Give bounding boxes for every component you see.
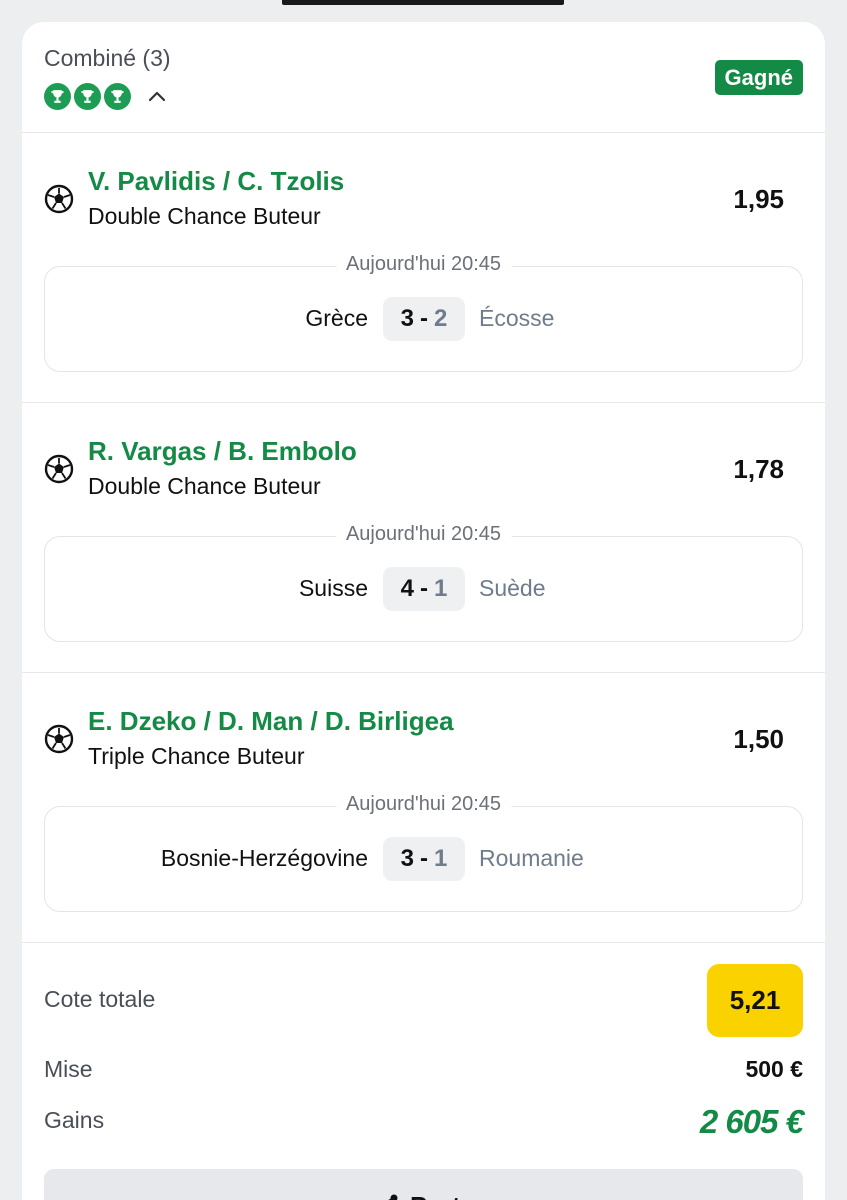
match-score: 4 - 1: [383, 567, 465, 611]
match-box[interactable]: Aujourd'hui 20:45 Grèce 3 - 2 Écosse: [44, 253, 803, 372]
chevron-up-icon[interactable]: [146, 85, 168, 107]
winnings-label: Gains: [44, 1107, 105, 1133]
bet-selection: R. Vargas / B. Embolo Double Chance Bute…: [22, 403, 825, 673]
share-icon: [388, 1194, 398, 1200]
home-team: Suisse: [298, 575, 368, 601]
selection-odds: 1,95: [733, 184, 784, 214]
selection-market: Triple Chance Buteur: [88, 743, 305, 769]
share-label: Partager: [410, 1191, 516, 1200]
score-separator: -: [420, 305, 428, 332]
away-score: 1: [434, 575, 448, 602]
match-box[interactable]: Aujourd'hui 20:45 Suisse 4 - 1 Suède: [44, 523, 803, 642]
trophy-icon: [74, 83, 101, 110]
selection-players: R. Vargas / B. Embolo: [88, 436, 357, 466]
away-team: Suède: [479, 575, 546, 601]
share-button[interactable]: Partager: [44, 1169, 803, 1200]
selection-players: E. Dzeko / D. Man / D. Birligea: [88, 706, 454, 736]
top-handle: [282, 0, 564, 5]
match-time: Aujourd'hui 20:45: [335, 793, 512, 816]
away-score: 1: [434, 845, 448, 872]
home-score: 3: [400, 305, 414, 332]
bet-summary: Cote totale 5,21 Mise 500 € Gains 2 605 …: [22, 943, 825, 1200]
soccer-ball-icon: [44, 184, 74, 214]
score-separator: -: [420, 575, 428, 602]
selection-market: Double Chance Buteur: [88, 203, 321, 229]
winnings-value: 2 605 €: [699, 1103, 804, 1140]
bet-type-title: Combiné (3): [44, 45, 171, 71]
stake-label: Mise: [44, 1056, 93, 1082]
away-team: Roumanie: [479, 845, 584, 871]
total-odds-label: Cote totale: [44, 986, 156, 1012]
soccer-ball-icon: [44, 724, 74, 754]
status-badge: Gagné: [714, 60, 803, 95]
selection-players: V. Pavlidis / C. Tzolis: [88, 166, 345, 196]
match-score: 3 - 1: [383, 837, 465, 881]
trophy-icon: [104, 83, 131, 110]
match-score: 3 - 2: [383, 297, 465, 341]
soccer-ball-icon: [44, 454, 74, 484]
selection-odds: 1,78: [733, 454, 784, 484]
match-time: Aujourd'hui 20:45: [335, 523, 512, 546]
away-team: Écosse: [479, 305, 555, 331]
selection-odds: 1,50: [733, 724, 784, 754]
selection-market: Double Chance Buteur: [88, 473, 321, 499]
stake-value: 500 €: [745, 1056, 803, 1082]
bet-card: Combiné (3) Gagné V. Pavlidis / C. Tzoli…: [22, 22, 825, 1200]
home-team: Grèce: [305, 305, 368, 331]
bet-selection: E. Dzeko / D. Man / D. Birligea Triple C…: [22, 673, 825, 943]
home-score: 3: [400, 845, 414, 872]
match-box[interactable]: Aujourd'hui 20:45 Bosnie-Herzégovine 3 -…: [44, 793, 803, 912]
score-separator: -: [420, 845, 428, 872]
away-score: 2: [434, 305, 448, 332]
match-time: Aujourd'hui 20:45: [335, 253, 512, 276]
bet-selection: V. Pavlidis / C. Tzolis Double Chance Bu…: [22, 133, 825, 403]
home-team: Bosnie-Herzégovine: [160, 845, 368, 871]
bet-header[interactable]: Combiné (3) Gagné: [22, 22, 825, 133]
home-score: 4: [400, 575, 414, 602]
trophy-icon: [44, 83, 71, 110]
trophy-row: [44, 83, 131, 110]
total-odds-badge: 5,21: [707, 964, 803, 1037]
